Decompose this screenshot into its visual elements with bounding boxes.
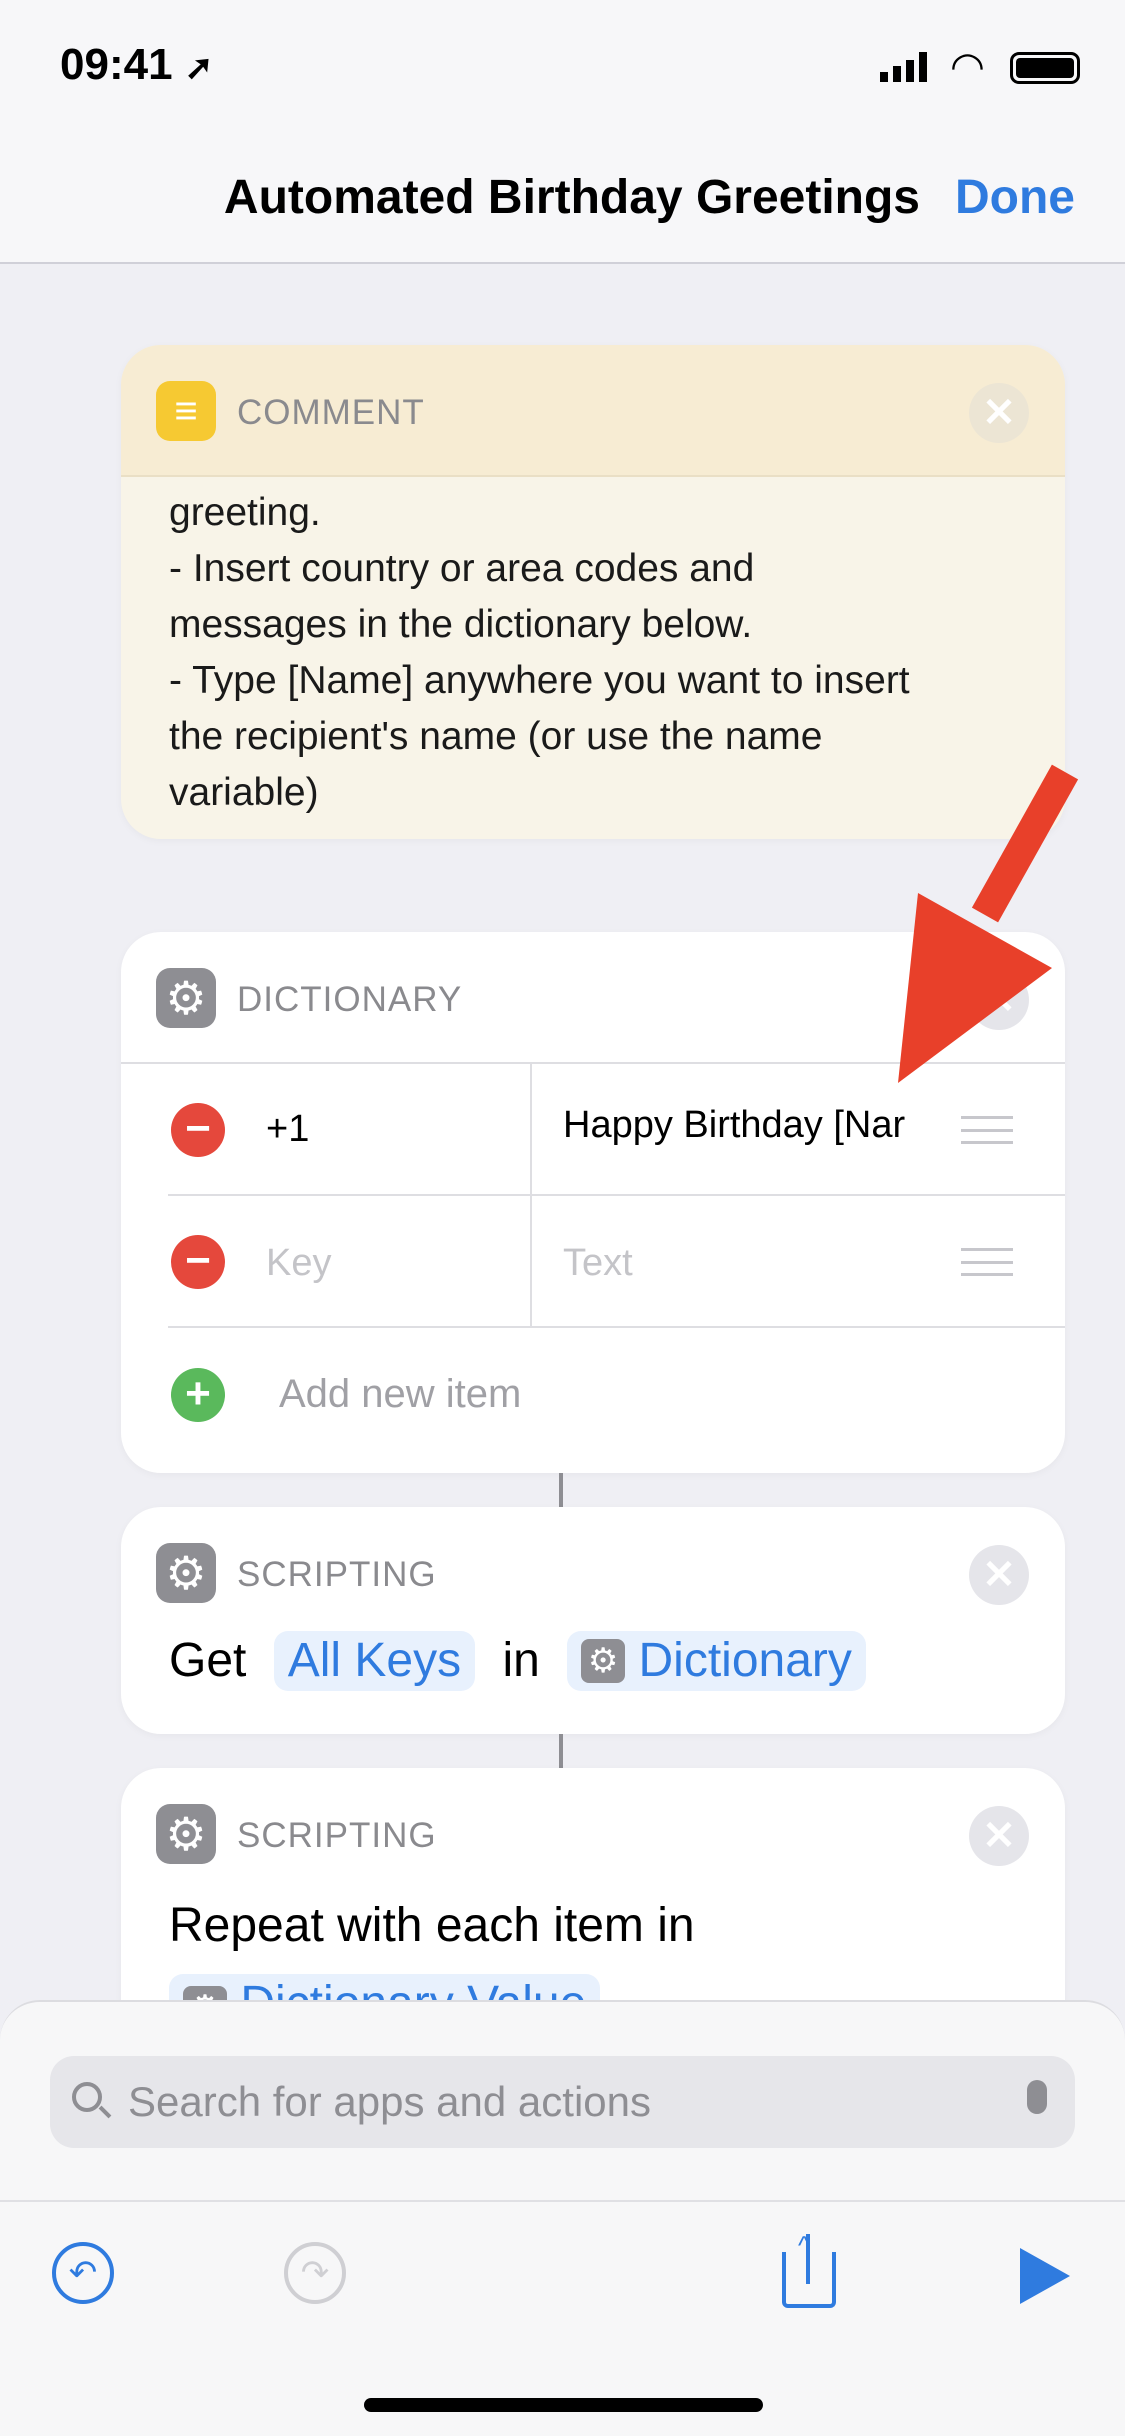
- search-input[interactable]: Search for apps and actions: [50, 2056, 1075, 2148]
- home-indicator: [364, 2398, 763, 2412]
- actions-sheet: Search for apps and actions ↶ ↷ ^: [0, 2000, 1125, 2436]
- microphone-icon[interactable]: [1027, 2080, 1047, 2114]
- search-icon: [72, 2082, 102, 2112]
- undo-button[interactable]: ↶: [52, 2242, 114, 2304]
- run-button[interactable]: [1020, 2248, 1070, 2304]
- redo-button[interactable]: ↷: [284, 2242, 346, 2304]
